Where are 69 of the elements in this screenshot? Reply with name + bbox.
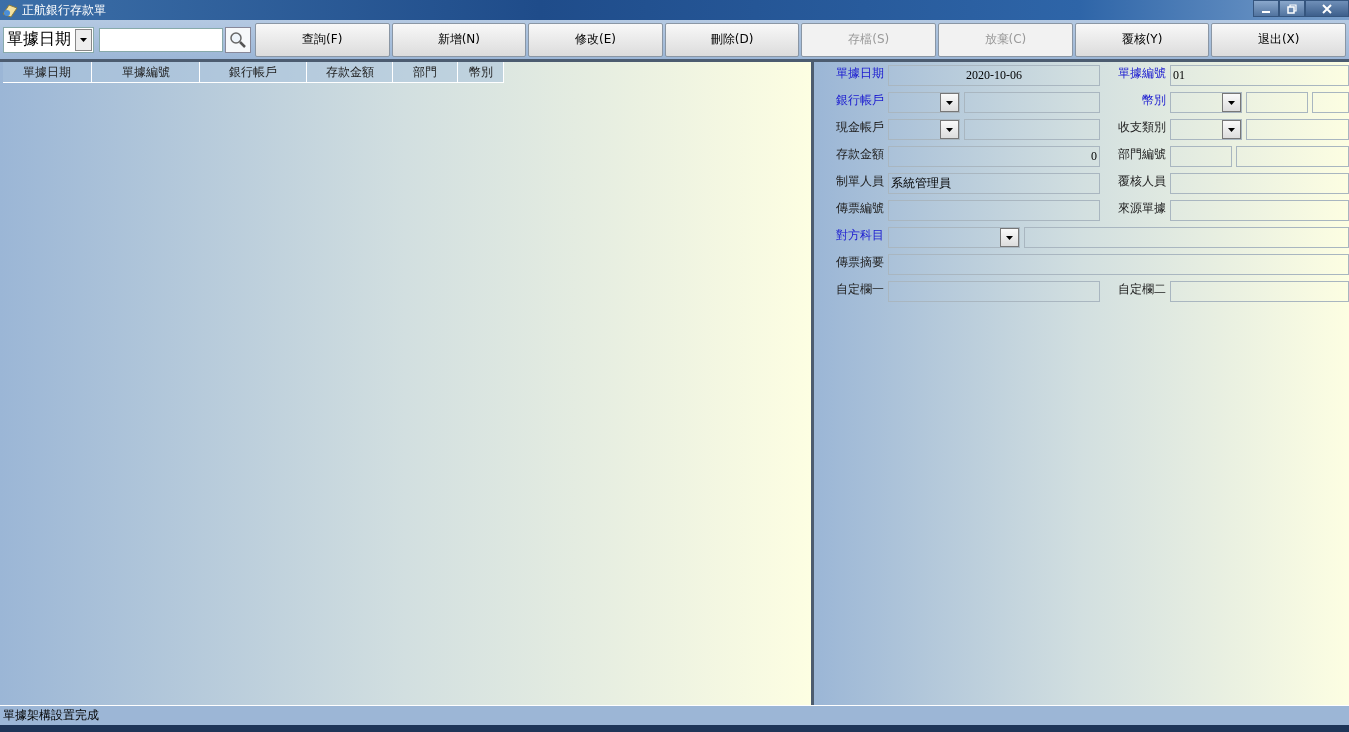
search-button[interactable] xyxy=(225,26,251,53)
field-label: 制單人員 xyxy=(835,173,884,189)
field-label: 部門編號 xyxy=(1117,146,1166,162)
field-label: 幣別 xyxy=(1141,92,1166,108)
window-title: 正航銀行存款單 xyxy=(22,1,106,19)
column-header[interactable]: 銀行帳戶 xyxy=(200,62,307,83)
field-label: 傳票摘要 xyxy=(835,254,884,270)
close-icon xyxy=(1322,3,1332,14)
toolbar-button[interactable]: 退出(X) xyxy=(1211,22,1346,57)
field-label: 收支類別 xyxy=(1117,119,1166,135)
toolbar-button[interactable]: 覆核(Y) xyxy=(1074,22,1210,57)
field-label: 覆核人員 xyxy=(1117,173,1166,189)
toolbar-button[interactable]: 修改(E) xyxy=(528,22,663,57)
field-label: 銀行帳戶 xyxy=(835,92,884,108)
field-label: 對方科目 xyxy=(835,227,884,243)
input-field[interactable] xyxy=(964,119,1100,140)
input-field[interactable]: 系統管理員 xyxy=(888,173,1100,194)
input-field[interactable]: 2020-10-06 xyxy=(888,65,1100,86)
restore-button[interactable] xyxy=(1279,0,1305,17)
field-label: 存款金額 xyxy=(835,146,884,162)
status-message: 單據架構設置完成 xyxy=(3,707,99,724)
input-field[interactable] xyxy=(1246,119,1349,140)
column-header[interactable]: 單據編號 xyxy=(92,62,200,83)
combo-field[interactable] xyxy=(888,227,1020,248)
input-field[interactable] xyxy=(1170,281,1349,302)
combo-field[interactable] xyxy=(1170,119,1242,140)
toolbar-button[interactable]: 刪除(D) xyxy=(664,22,800,57)
caret-icon xyxy=(946,127,953,132)
input-field[interactable]: 01 xyxy=(1170,65,1349,86)
input-field[interactable] xyxy=(1170,173,1349,194)
input-field[interactable] xyxy=(964,92,1100,113)
field-label: 單據編號 xyxy=(1117,65,1166,81)
input-field[interactable] xyxy=(888,254,1349,275)
input-field[interactable] xyxy=(1170,200,1349,221)
combo-field[interactable] xyxy=(1170,92,1242,113)
close-button[interactable] xyxy=(1305,0,1349,17)
input-field[interactable] xyxy=(1236,146,1349,167)
combo-field[interactable] xyxy=(888,92,960,113)
input-field[interactable] xyxy=(1312,92,1349,113)
field-label: 單據日期 xyxy=(835,65,884,81)
app-icon xyxy=(2,2,18,18)
field-label: 現金帳戶 xyxy=(835,119,884,135)
search-field[interactable] xyxy=(99,27,224,52)
column-header[interactable]: 部門 xyxy=(393,62,458,83)
field-label: 自定欄二 xyxy=(1117,281,1166,297)
field-label: 自定欄一 xyxy=(835,281,884,297)
column-header[interactable]: 幣別 xyxy=(458,62,504,83)
caret-icon xyxy=(80,37,88,42)
combo-field[interactable] xyxy=(888,119,960,140)
toolbar-button[interactable]: 新增(N) xyxy=(391,22,527,57)
input-field[interactable] xyxy=(888,281,1100,302)
column-header[interactable]: 單據日期 xyxy=(3,62,92,83)
filter-dropdown[interactable]: 單據日期 xyxy=(3,26,95,53)
caret-icon xyxy=(1006,235,1013,240)
input-field[interactable] xyxy=(1024,227,1349,248)
caret-icon xyxy=(946,100,953,105)
input-field[interactable] xyxy=(1246,92,1308,113)
field-label: 傳票編號 xyxy=(835,200,884,216)
caret-icon xyxy=(1228,127,1235,132)
minimize-icon xyxy=(1262,10,1270,13)
input-field[interactable] xyxy=(1170,146,1232,167)
caret-icon xyxy=(1228,100,1235,105)
field-label: 來源單據 xyxy=(1117,200,1166,216)
column-header[interactable]: 存款金額 xyxy=(307,62,393,83)
restore-icon xyxy=(1287,3,1297,14)
toolbar-button[interactable]: 查詢(F) xyxy=(254,22,390,57)
input-field[interactable] xyxy=(888,200,1100,221)
input-field[interactable]: 0 xyxy=(888,146,1100,167)
minimize-button[interactable] xyxy=(1253,0,1279,17)
